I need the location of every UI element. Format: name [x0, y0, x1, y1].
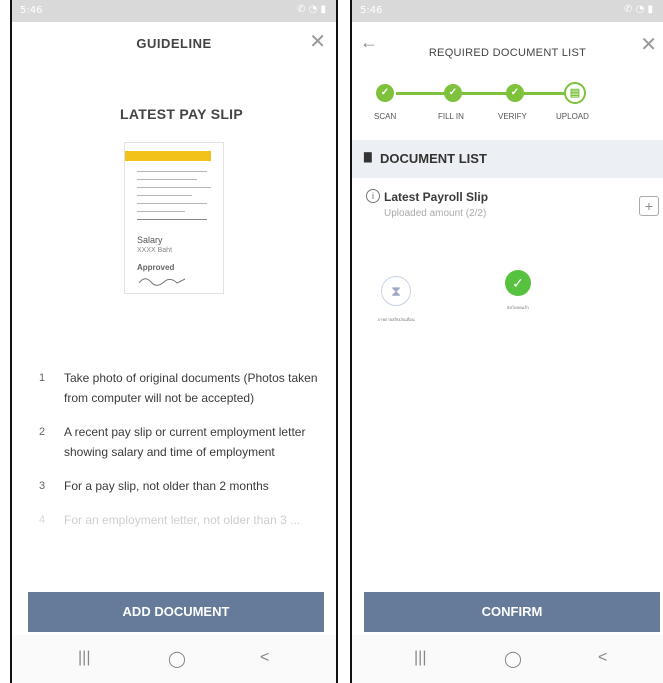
back-icon[interactable]: <: [260, 649, 269, 667]
status-bar: 5:46 ✆ ◔ ▮: [352, 0, 663, 22]
step-label-verify: VERIFY: [498, 112, 527, 121]
document-icon: ▇: [364, 152, 372, 163]
thumbnail-caption: อัปโหลดแล้ว: [506, 305, 530, 310]
payslip-line: [137, 211, 185, 212]
page-title: REQUIRED DOCUMENT LIST: [428, 47, 587, 59]
instruction-text: For an employment letter, not older than…: [64, 513, 301, 527]
stepper-track: [396, 92, 572, 95]
payslip-line: [137, 219, 207, 220]
instruction-item: 1 Take photo of original documents (Phot…: [32, 368, 326, 408]
payslip-header-bar: [125, 151, 211, 161]
check-icon: ✓: [506, 84, 524, 102]
recents-icon[interactable]: |||: [78, 649, 90, 667]
add-file-button[interactable]: +: [639, 196, 659, 216]
instruction-number: 4: [38, 514, 46, 526]
uploaded-thumbnail[interactable]: ⧗ ภาพถ่ายสลิปเงินเดือน: [366, 276, 426, 323]
home-icon[interactable]: ◯: [168, 649, 186, 669]
home-icon[interactable]: ◯: [504, 649, 522, 669]
upload-count: Uploaded amount (2/2): [384, 208, 487, 219]
instruction-number: 2: [38, 426, 46, 438]
document-list-header: ← REQUIRED DOCUMENT LIST ✕: [352, 22, 663, 70]
add-document-button[interactable]: ADD DOCUMENT: [28, 592, 324, 632]
payslip-approved: Approved: [137, 263, 175, 272]
payslip-line: [137, 179, 197, 180]
document-list-section: ▇ DOCUMENT LIST: [352, 140, 663, 178]
step-label-upload: UPLOAD: [556, 112, 589, 121]
close-icon[interactable]: ✕: [309, 32, 326, 52]
instruction-list: 1 Take photo of original documents (Phot…: [32, 368, 326, 544]
guideline-screen: 5:46 ✆ ◔ ▮ GUIDELINE ✕ LATEST PAY SLIP S…: [10, 0, 338, 683]
navigation-bar: ||| ◯ <: [12, 635, 336, 683]
upload-document-icon: ▤: [564, 82, 586, 104]
instruction-item: 2 A recent pay slip or current employmen…: [32, 422, 326, 462]
status-icons: ✆ ◔ ▮: [297, 4, 326, 15]
payslip-line: [137, 171, 207, 172]
status-bar: 5:46 ✆ ◔ ▮: [12, 0, 336, 22]
instruction-text: For a pay slip, not older than 2 months: [64, 479, 269, 493]
payslip-line: [137, 187, 211, 188]
instruction-number: 3: [38, 480, 46, 492]
payslip-line: [137, 195, 192, 196]
status-time: 5:46: [360, 5, 383, 16]
check-icon: ✓: [444, 84, 462, 102]
thumbnail-caption: ภาพถ่ายสลิปเงินเดือน: [377, 317, 415, 322]
payslip-amount: XXXX Baht: [137, 247, 173, 254]
instruction-text: A recent pay slip or current employment …: [64, 425, 306, 459]
recents-icon[interactable]: |||: [414, 649, 426, 667]
close-icon[interactable]: ✕: [640, 32, 657, 57]
document-item[interactable]: i Latest Payroll Slip Uploaded amount (2…: [352, 186, 663, 236]
instruction-item: 4 For an employment letter, not older th…: [32, 510, 326, 530]
info-icon[interactable]: i: [366, 189, 380, 203]
document-title: LATEST PAY SLIP: [120, 106, 244, 122]
instruction-text: Take photo of original documents (Photos…: [64, 371, 318, 405]
progress-stepper: ✓ ✓ ✓ ▤ SCAN FILL IN VERIFY UPLOAD: [352, 82, 663, 132]
uploaded-thumbnail[interactable]: ✓ อัปโหลดแล้ว: [488, 270, 548, 311]
guideline-title: GUIDELINE: [136, 36, 212, 51]
status-icons: ✆ ◔ ▮: [624, 4, 653, 15]
success-check-icon: ✓: [505, 270, 531, 296]
document-name: Latest Payroll Slip: [384, 190, 489, 204]
payslip-salary-label: Salary: [137, 235, 163, 245]
payslip-illustration: Salary XXXX Baht Approved: [124, 142, 224, 294]
instruction-item: 3 For a pay slip, not older than 2 month…: [32, 476, 326, 496]
status-time: 5:46: [20, 5, 43, 16]
step-label-scan: SCAN: [374, 112, 397, 121]
document-list-screen: 5:46 ✆ ◔ ▮ ← REQUIRED DOCUMENT LIST ✕ ✓ …: [350, 0, 663, 683]
instruction-number: 1: [38, 372, 46, 384]
check-icon: ✓: [376, 84, 394, 102]
guideline-header: GUIDELINE ✕: [12, 22, 336, 66]
step-label-fill-in: FILL IN: [438, 112, 464, 121]
payslip-line: [137, 203, 207, 204]
navigation-bar: ||| ◯ <: [352, 635, 663, 683]
confirm-button[interactable]: CONFIRM: [364, 592, 660, 632]
section-title: DOCUMENT LIST: [380, 151, 487, 166]
hourglass-icon: ⧗: [381, 276, 411, 306]
back-icon[interactable]: <: [598, 649, 607, 667]
signature-icon: [138, 278, 186, 286]
